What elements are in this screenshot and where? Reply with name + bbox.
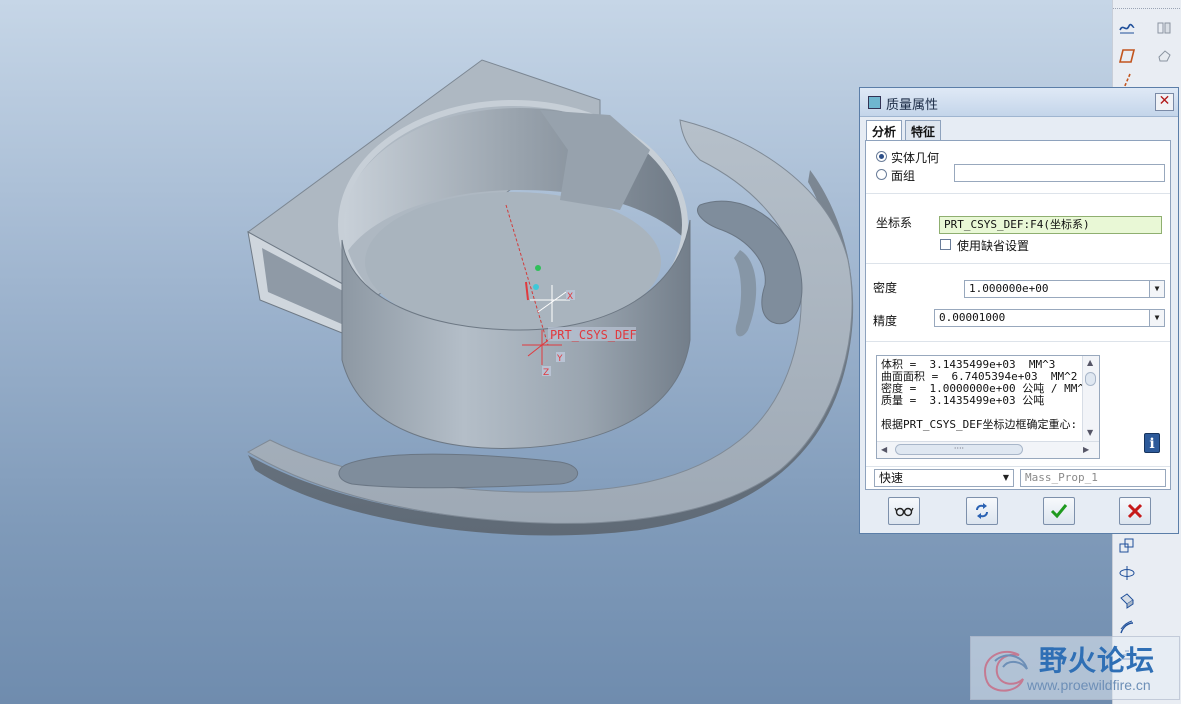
watermark-url: www.proewildfire.cn: [1027, 677, 1151, 693]
scroll-up-icon[interactable]: ▲: [1087, 358, 1093, 367]
result-mass: 质量 = 3.1435499e+03 公吨: [881, 394, 1045, 407]
datum-plane-icon[interactable]: [1116, 45, 1138, 67]
extrude-icon[interactable]: [1116, 590, 1138, 612]
info-icon[interactable]: i: [1144, 433, 1160, 453]
analysis-panel: 实体几何 面组 坐标系 PRT_CSYS_DEF:F4(坐标系) 使用缺省设置 …: [865, 140, 1171, 490]
axis-label-y: Y: [556, 354, 563, 364]
divider: [866, 341, 1170, 342]
scroll-left-icon[interactable]: ◀: [881, 445, 887, 454]
mode-value: 快速: [879, 471, 904, 485]
repeat-button[interactable]: [966, 497, 998, 525]
axis-label-x: X: [567, 292, 573, 302]
glasses-icon: [894, 507, 914, 517]
forum-watermark: 野火论坛 www.proewildfire.cn: [970, 636, 1180, 700]
quilt-input[interactable]: [954, 164, 1165, 182]
results-text-area[interactable]: 体积 = 3.1435499e+03 MM^3 曲面面积 = 6.7405394…: [876, 355, 1100, 459]
refresh-icon: [976, 503, 988, 519]
scroll-right-icon[interactable]: ▶: [1083, 445, 1089, 454]
csys-label: PRT_CSYS_DEF: [550, 328, 637, 342]
accuracy-label: 精度: [873, 314, 898, 328]
csys-field-label: 坐标系: [876, 216, 913, 230]
dialog-titlebar[interactable]: 质量属性 ✕: [860, 88, 1178, 117]
horizontal-scroll-thumb[interactable]: ····: [895, 444, 1023, 455]
quilt-label: 面组: [891, 169, 916, 183]
watermark-title: 野火论坛: [1039, 644, 1156, 677]
result-center-of-gravity: 根据PRT_CSYS_DEF坐标边框确定重心:: [881, 418, 1078, 431]
shape-icon[interactable]: [1153, 45, 1175, 67]
checkmark-icon: [1050, 504, 1068, 519]
cancel-button[interactable]: [1119, 497, 1151, 525]
use-default-label: 使用缺省设置: [957, 239, 1030, 253]
divider: [866, 263, 1170, 264]
dialog-app-icon: [868, 96, 881, 109]
analysis-name-input[interactable]: Mass_Prop_1: [1020, 469, 1166, 487]
ok-button[interactable]: [1043, 497, 1075, 525]
solid-geometry-label: 实体几何: [891, 151, 940, 165]
toolbar-grip: [1113, 0, 1181, 9]
preview-button[interactable]: [888, 497, 920, 525]
scale-icon[interactable]: [1116, 534, 1138, 556]
mode-select[interactable]: 快速 ▼: [874, 469, 1014, 487]
divider: [866, 193, 1170, 194]
mirror-icon[interactable]: [1153, 17, 1175, 39]
flange-slot: [734, 250, 757, 337]
scroll-down-icon[interactable]: ▼: [1087, 428, 1093, 437]
revolve-icon[interactable]: [1116, 562, 1138, 584]
chevron-down-icon[interactable]: ▼: [1149, 281, 1164, 297]
density-value: 1.000000e+00: [969, 282, 1049, 295]
solid-geometry-radio[interactable]: [876, 151, 887, 162]
axis-label-z: Z: [543, 368, 549, 378]
tab-analysis[interactable]: 分析: [866, 120, 903, 141]
watermark-logo-icon: [983, 650, 1028, 692]
tab-feature[interactable]: 特征: [905, 120, 942, 140]
mass-properties-dialog: 质量属性 ✕ 分析 特征 实体几何 面组 坐标系 PRT_CSYS_DEF:F4…: [859, 87, 1179, 534]
divider: [866, 466, 1170, 467]
horizontal-scrollbar[interactable]: ◀ ···· ▶: [877, 441, 1099, 458]
chevron-down-icon[interactable]: ▼: [1149, 310, 1164, 326]
close-button[interactable]: ✕: [1155, 93, 1174, 111]
quilt-radio[interactable]: [876, 169, 887, 180]
cross-icon: [1127, 503, 1143, 519]
accuracy-input[interactable]: 0.00001000 ▼: [934, 309, 1165, 327]
flange-slot: [338, 453, 579, 489]
accuracy-value: 0.00001000: [939, 311, 1006, 324]
chevron-down-icon[interactable]: ▼: [999, 470, 1013, 486]
vertical-scrollbar[interactable]: ▲ ▼: [1082, 356, 1099, 442]
density-input[interactable]: 1.000000e+00 ▼: [964, 280, 1165, 298]
dialog-title: 质量属性: [886, 98, 939, 113]
csys-selector[interactable]: PRT_CSYS_DEF:F4(坐标系): [939, 216, 1162, 234]
use-default-checkbox[interactable]: [940, 239, 951, 250]
vertical-scroll-thumb[interactable]: [1085, 372, 1096, 386]
sketch-curve-icon[interactable]: [1116, 17, 1138, 39]
density-label: 密度: [873, 281, 898, 295]
